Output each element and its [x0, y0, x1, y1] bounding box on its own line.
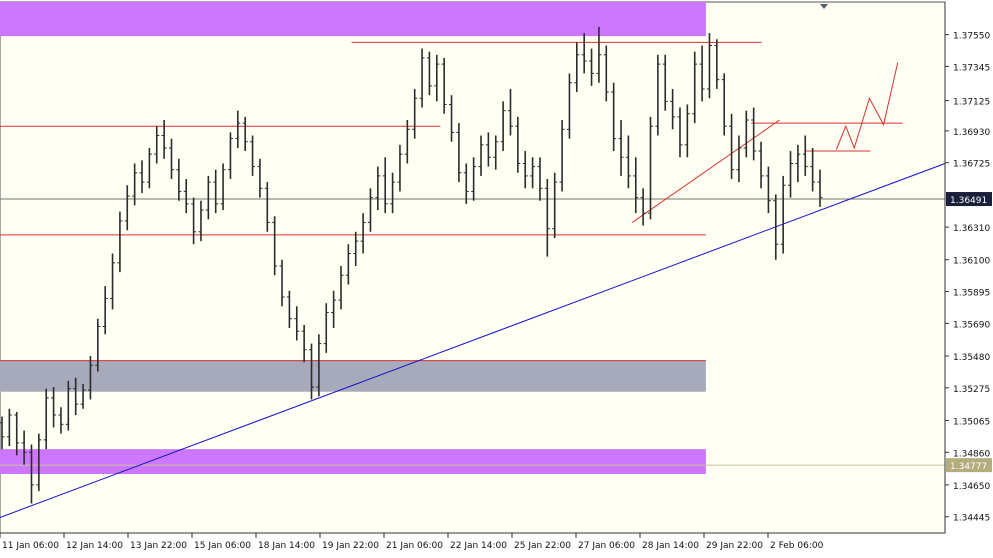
x-tick-label: 18 Jan 14:00 — [258, 541, 315, 551]
x-tick-label: 22 Jan 14:00 — [450, 541, 507, 551]
x-tick-label: 12 Jan 14:00 — [66, 541, 123, 551]
x-tick-label: 13 Jan 22:00 — [130, 541, 187, 551]
chart-canvas: 1.37550 1.37345 1.37125 1.36930 1.36725 1.363… — [0, 0, 993, 558]
upper-supply-zone — [0, 2, 706, 37]
x-tick-label: 28 Jan 14:00 — [642, 541, 699, 551]
x-tick-label: 29 Jan 22:00 — [706, 541, 763, 551]
y-tick-label: 1.35690 — [953, 320, 990, 330]
middle-gray-zone — [0, 360, 706, 392]
y-tick-label: 1.37550 — [953, 32, 990, 42]
x-tick-label: 21 Jan 06:00 — [386, 541, 443, 551]
y-tick-label: 1.35895 — [953, 289, 990, 299]
secondary-price-label: 1.34777 — [950, 462, 987, 472]
current-price-label: 1.36491 — [950, 196, 987, 206]
y-tick-label: 1.36310 — [953, 224, 990, 234]
y-tick-label: 1.37345 — [953, 63, 990, 73]
lower-demand-zone — [0, 449, 706, 474]
y-tick-label: 1.36100 — [953, 257, 990, 267]
y-tick-label: 1.34445 — [953, 514, 990, 524]
x-tick-label: 25 Jan 22:00 — [514, 541, 571, 551]
y-tick-label: 1.37125 — [953, 98, 990, 108]
x-tick-label: 11 Jan 06:00 — [2, 541, 59, 551]
y-tick-label: 1.35275 — [953, 385, 990, 395]
y-tick-label: 1.35065 — [953, 417, 990, 427]
x-tick-label: 15 Jan 06:00 — [194, 541, 251, 551]
x-tick-label: 2 Feb 06:00 — [770, 541, 824, 551]
x-tick-label: 19 Jan 22:00 — [322, 541, 379, 551]
y-tick-label: 1.36725 — [953, 160, 990, 170]
y-tick-label: 1.34650 — [953, 482, 990, 492]
y-tick-label: 1.36930 — [953, 128, 990, 138]
y-tick-label: 1.35480 — [953, 353, 990, 363]
y-tick-label: 1.34860 — [953, 449, 990, 459]
x-tick-label: 27 Jan 06:00 — [578, 541, 635, 551]
price-chart: 1.37550 1.37345 1.37125 1.36930 1.36725 1.363… — [0, 0, 993, 558]
